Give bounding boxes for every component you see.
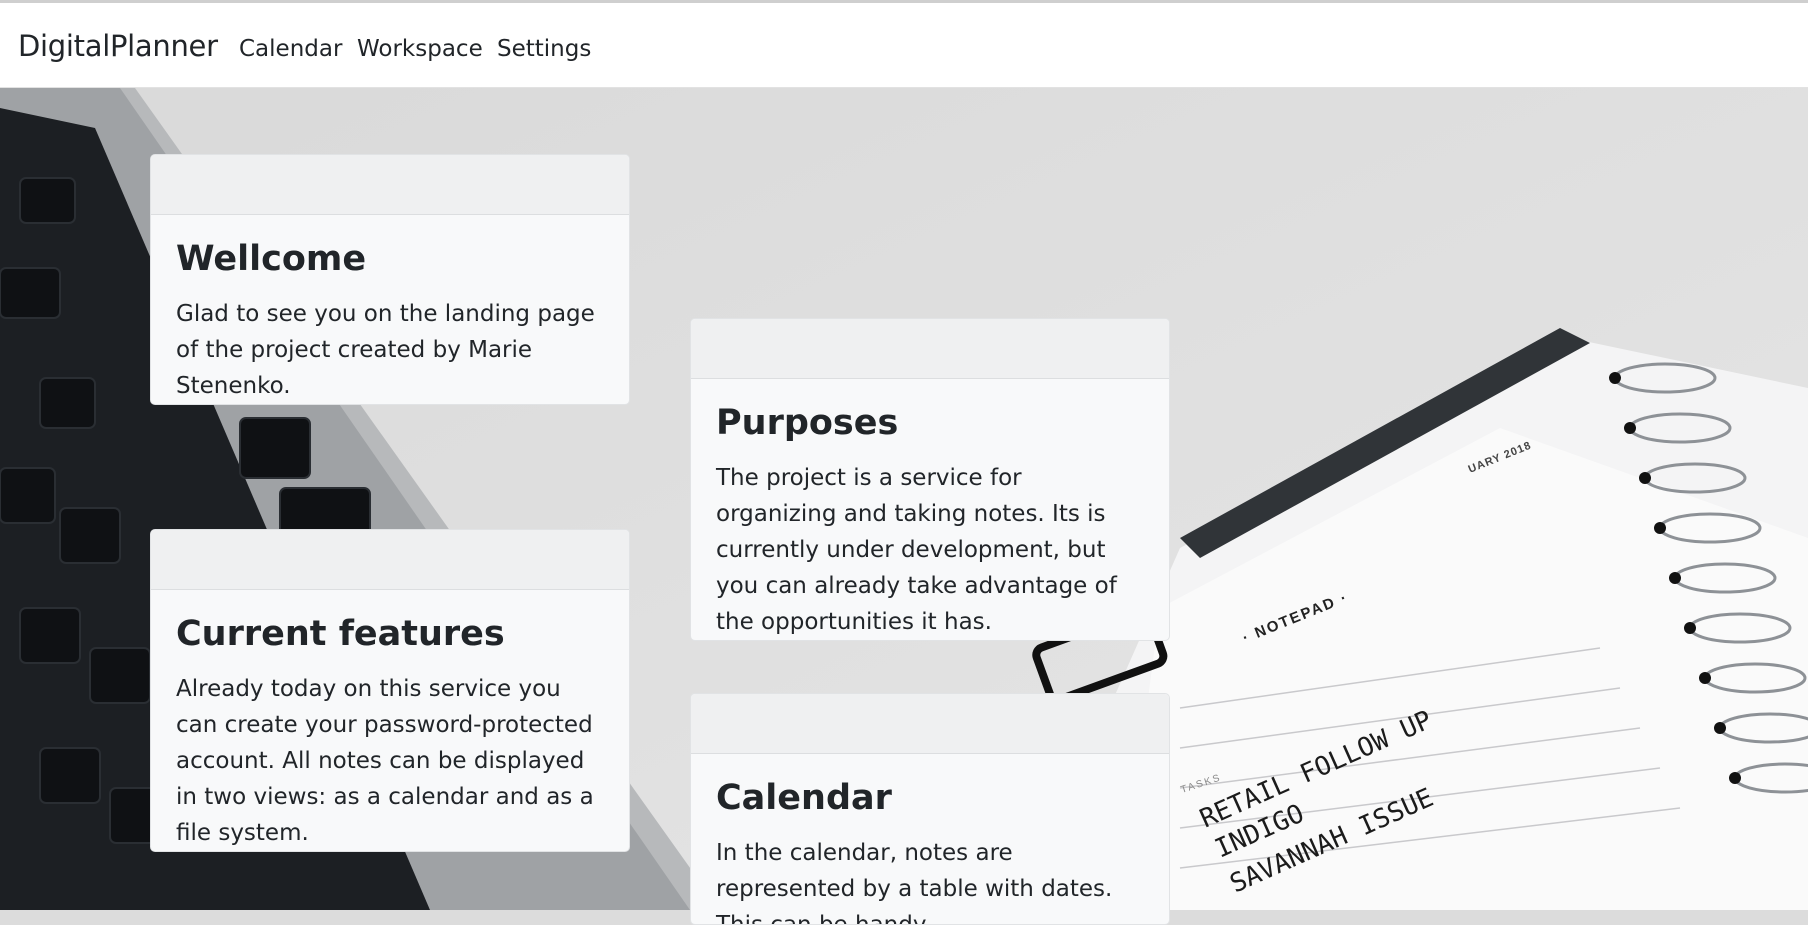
card-body: Wellcome Glad to see you on the landing … bbox=[151, 215, 629, 404]
card-header bbox=[151, 530, 629, 590]
card-text: The project is a service for organizing … bbox=[716, 464, 1117, 635]
card-title: Current features bbox=[176, 614, 505, 654]
card-title: Purposes bbox=[716, 403, 899, 443]
card-text: In the calendar, notes are represented b… bbox=[716, 839, 1113, 925]
card-header bbox=[691, 319, 1169, 379]
card-body: Calendar In the calendar, notes are repr… bbox=[691, 754, 1169, 925]
brand-logo[interactable]: DigitalPlanner bbox=[18, 29, 218, 63]
card-title: Calendar bbox=[716, 778, 892, 818]
card-current-features: Current features Already today on this s… bbox=[150, 529, 630, 852]
nav-link-workspace[interactable]: Workspace bbox=[357, 36, 483, 62]
card-text: Glad to see you on the landing page of t… bbox=[176, 300, 595, 399]
card-title: Wellcome bbox=[176, 239, 367, 279]
card-text: Already today on this service you can cr… bbox=[176, 675, 594, 846]
card-purposes: Purposes The project is a service for or… bbox=[690, 318, 1170, 641]
card-calendar: Calendar In the calendar, notes are repr… bbox=[690, 693, 1170, 925]
card-body: Current features Already today on this s… bbox=[151, 590, 629, 851]
card-welcome: Wellcome Glad to see you on the landing … bbox=[150, 154, 630, 405]
nav-link-settings[interactable]: Settings bbox=[497, 36, 591, 62]
nav-link-calendar[interactable]: Calendar bbox=[239, 36, 342, 62]
card-header bbox=[691, 694, 1169, 754]
navbar: DigitalPlanner Calendar Workspace Settin… bbox=[0, 3, 1808, 88]
card-body: Purposes The project is a service for or… bbox=[691, 379, 1169, 640]
card-header bbox=[151, 155, 629, 215]
